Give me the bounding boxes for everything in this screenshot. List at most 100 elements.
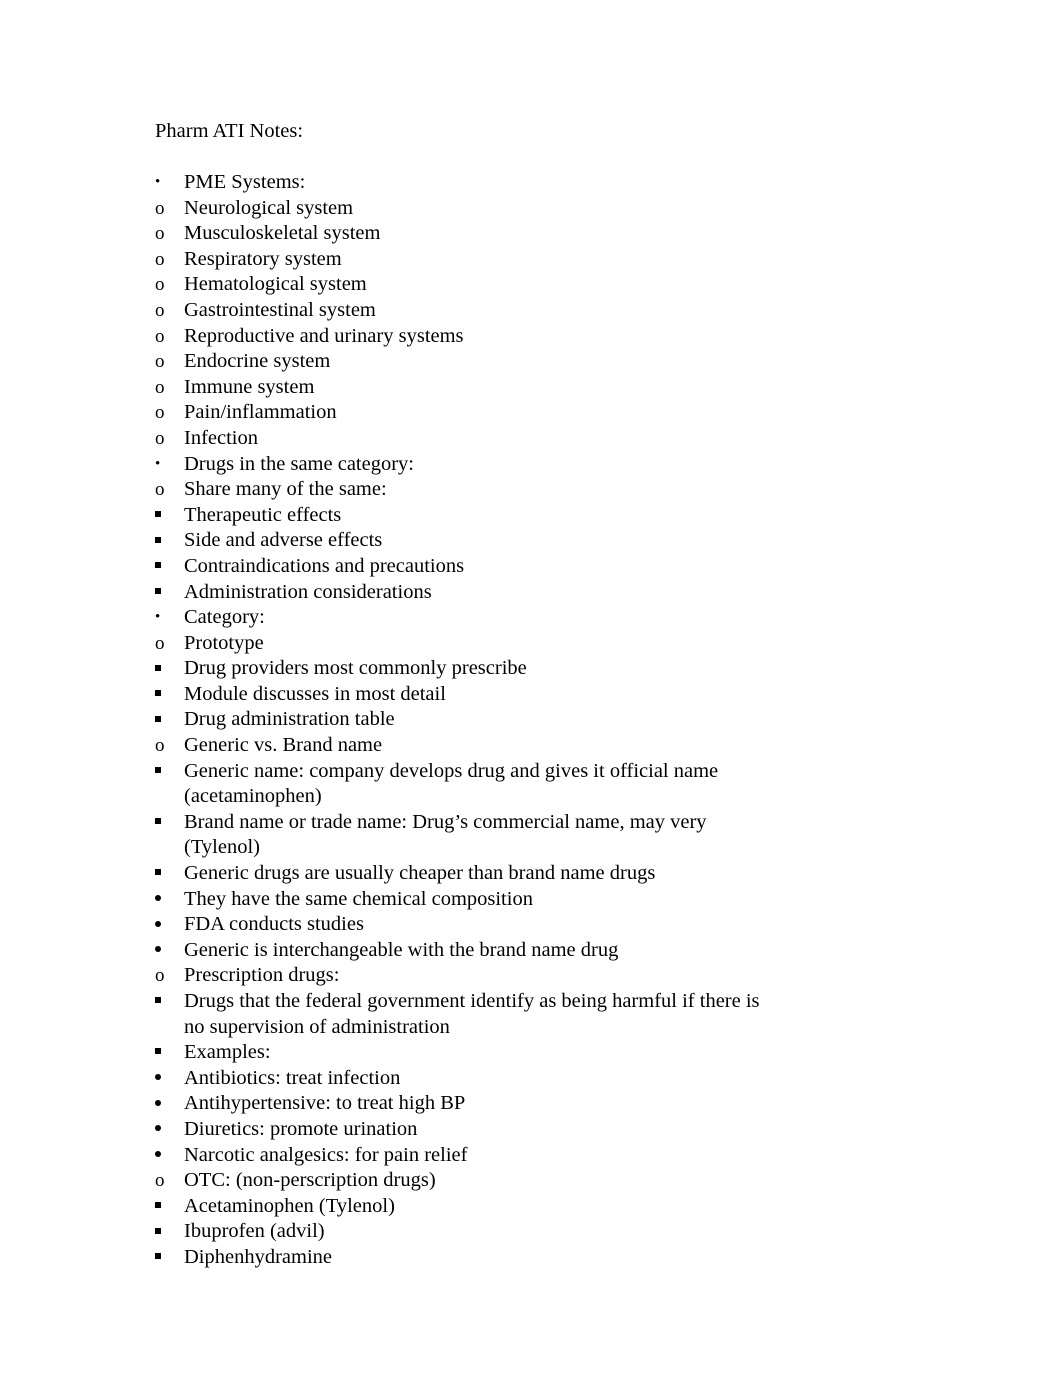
bullet-circle-icon: o [155, 197, 165, 219]
bullet-circle-icon: o [155, 299, 165, 321]
outline-item-level-3: Examples: Antibiotics: treat infection Ant… [155, 1040, 907, 1168]
outline-item-label: OTC: (non-perscription drugs) [184, 1169, 436, 1192]
outline-item-level-2: o Share many of the same: Therapeutic effe… [155, 477, 907, 605]
outline-item-label: Generic vs. Brand name [184, 734, 383, 757]
outline-item-label: Therapeutic effects [184, 503, 342, 526]
bullet-dot-icon [155, 1066, 182, 1092]
bullet-square-icon [155, 707, 182, 733]
bullet-square-icon [155, 580, 182, 606]
outline-item-label: Brand name or trade name: Drug’s commerc… [184, 810, 707, 859]
outline-item-level-3: Contraindications and precautions [155, 554, 907, 580]
outline-row: Side and adverse effects [155, 528, 907, 554]
outline-item-level-4: Generic is interchangeable with the bran… [155, 938, 907, 964]
outline-row: They have the same chemical composition [155, 887, 907, 913]
outline-sublist: Drugs that the federal government identi… [155, 989, 907, 1168]
outline-row: Acetaminophen (Tylenol) [155, 1194, 907, 1220]
outline-item-label: Endocrine system [184, 350, 331, 373]
bullet-circle-icon: o [155, 427, 165, 449]
outline-row: Contraindications and precautions [155, 554, 907, 580]
bullet-circle-icon: o [155, 376, 165, 398]
bullet-disc-icon: • [155, 174, 161, 190]
outline-item-level-2: o Immune system [155, 375, 907, 401]
outline-row: o Respiratory system [155, 247, 907, 273]
outline-item-label: Respiratory system [184, 247, 342, 270]
outline-item-label: Diuretics: promote urination [184, 1117, 418, 1140]
title-spacer [155, 144, 907, 170]
bullet-square-icon [155, 682, 182, 708]
outline-item-level-3: Therapeutic effects [155, 503, 907, 529]
outline-item-level-2: o Infection [155, 426, 907, 452]
outline-item-label: Examples: [184, 1041, 271, 1064]
outline-item-label: Diphenhydramine [184, 1245, 333, 1268]
outline-item-label: Antibiotics: treat infection [184, 1066, 401, 1089]
outline-item-level-2: o Musculoskeletal system [155, 221, 907, 247]
outline-row: o OTC: (non-perscription drugs) [155, 1168, 907, 1194]
outline-row: Drug administration table [155, 707, 907, 733]
bullet-square-icon [155, 1219, 182, 1245]
outline-row: o Generic vs. Brand name [155, 733, 907, 759]
outline-item-label: Neurological system [184, 196, 354, 219]
outline-item-level-2: o Gastrointestinal system [155, 298, 907, 324]
outline-row: o Hematological system [155, 272, 907, 298]
bullet-dot-icon [155, 1117, 182, 1143]
outline-row: o Infection [155, 426, 907, 452]
outline-row: o Pain/inflammation [155, 400, 907, 426]
outline-item-level-3: Brand name or trade name: Drug’s commerc… [155, 810, 907, 861]
outline-row: o Immune system [155, 375, 907, 401]
bullet-circle-icon: o [155, 274, 165, 296]
outline-row: Therapeutic effects [155, 503, 907, 529]
outline-item-label: Hematological system [184, 273, 367, 296]
bullet-dot-icon [155, 912, 182, 938]
outline-sublist: o Share many of the same: Therapeutic effe… [155, 477, 907, 605]
outline-row: o Share many of the same: [155, 477, 907, 503]
outline-row: o Gastrointestinal system [155, 298, 907, 324]
outline-item-label: Contraindications and precautions [184, 554, 465, 577]
outline-item-level-3: Drugs that the federal government identi… [155, 989, 907, 1040]
outline-sublist: Generic name: company develops drug and … [155, 759, 907, 964]
outline-row: Antihypertensive: to treat high BP [155, 1091, 907, 1117]
outline-item-label: Musculoskeletal system [184, 222, 381, 245]
bullet-circle-icon: o [155, 632, 165, 654]
outline-row: Diuretics: promote urination [155, 1117, 907, 1143]
outline-item-level-3: Diphenhydramine [155, 1245, 907, 1271]
outline-item-label: Module discusses in most detail [184, 682, 446, 705]
bullet-circle-icon: o [155, 325, 165, 347]
document-page: Pharm ATI Notes: • PME Systems: o Neurologi… [0, 0, 1062, 1377]
bullet-disc-icon: • [155, 609, 161, 626]
outline-item-level-4: They have the same chemical composition [155, 887, 907, 913]
outline-item-level-4: Antihypertensive: to treat high BP [155, 1091, 907, 1117]
outline-item-label: Drugs in the same category: [184, 452, 414, 475]
bullet-square-icon [155, 759, 182, 785]
outline-item-label: Drug providers most commonly prescribe [184, 657, 527, 680]
outline-row: Generic name: company develops drug and … [155, 759, 907, 810]
bullet-dot-icon [155, 1091, 182, 1117]
outline-item-label: FDA conducts studies [184, 913, 364, 936]
outline-item-level-2: o Prototype Drug providers most commonly p… [155, 631, 907, 733]
outline-row: Brand name or trade name: Drug’s commerc… [155, 810, 907, 861]
outline-sublist: Acetaminophen (Tylenol) Ibuprofen (advil)… [155, 1194, 907, 1271]
outline-sublist: Therapeutic effects Side and adverse effe… [155, 503, 907, 605]
bullet-dot-icon [155, 1143, 182, 1169]
outline-item-level-4: Antibiotics: treat infection [155, 1066, 907, 1092]
outline-row: Drugs that the federal government identi… [155, 989, 907, 1040]
outline-item-level-1: • Category: o Prototype Drug providers most … [155, 605, 907, 1270]
outline-item-label: PME Systems: [184, 171, 306, 193]
outline-row: • Drugs in the same category: [155, 452, 907, 478]
outline-item-level-3: Generic drugs are usually cheaper than b… [155, 861, 907, 963]
outline-item-level-2: o Respiratory system [155, 247, 907, 273]
bullet-dot-icon [155, 938, 182, 964]
outline-item-label: Reproductive and urinary systems [184, 324, 464, 347]
outline-row: Module discusses in most detail [155, 682, 907, 708]
outline-row: o Reproductive and urinary systems [155, 324, 907, 350]
outline-row: o Neurological system [155, 196, 907, 222]
outline-row: FDA conducts studies [155, 912, 907, 938]
outline-row: Narcotic analgesics: for pain relief [155, 1143, 907, 1169]
outline-sublist: o Prototype Drug providers most commonly p… [155, 631, 907, 1271]
outline-item-level-3: Generic name: company develops drug and … [155, 759, 907, 810]
bullet-disc-icon: • [155, 455, 161, 472]
outline-item-level-2: o Pain/inflammation [155, 400, 907, 426]
page-title: Pharm ATI Notes: [155, 120, 304, 142]
outline-item-label: Generic name: company develops drug and … [184, 759, 719, 808]
outline-item-label: Administration considerations [184, 580, 432, 603]
bullet-circle-icon: o [155, 248, 165, 270]
